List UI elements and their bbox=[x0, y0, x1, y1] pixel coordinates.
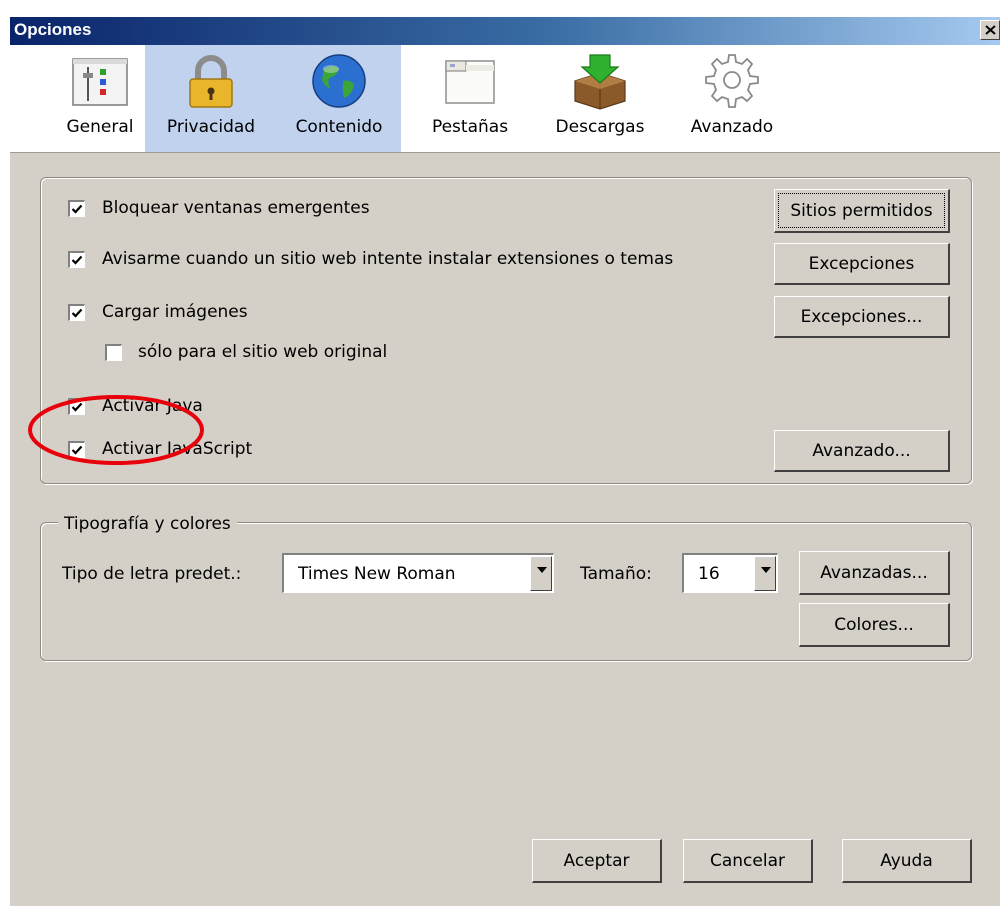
exceptions-button[interactable]: Excepciones bbox=[774, 243, 950, 285]
tab-label: Privacidad bbox=[166, 117, 256, 137]
help-label: Ayuda bbox=[880, 850, 933, 871]
general-icon bbox=[72, 58, 128, 106]
download-box-icon bbox=[574, 54, 626, 110]
ok-label: Aceptar bbox=[563, 850, 630, 871]
globe-icon bbox=[312, 54, 366, 108]
fonts-colors-legend: Tipografía y colores bbox=[58, 514, 237, 534]
exceptions-label: Excepciones bbox=[808, 253, 915, 274]
window-title: Opciones bbox=[14, 20, 92, 39]
category-toolbar: General Privacidad Contenido Pestañas De… bbox=[10, 45, 1000, 153]
cancel-button[interactable]: Cancelar bbox=[683, 839, 813, 883]
lock-icon bbox=[189, 55, 233, 108]
font-size-label: Tamaño: bbox=[580, 564, 652, 584]
default-font-label: Tipo de letra predet.: bbox=[62, 564, 242, 584]
fonts-advanced-button[interactable]: Avanzadas... bbox=[799, 551, 950, 595]
allowed-sites-button[interactable]: Sitios permitidos bbox=[774, 189, 950, 233]
tab-tabs[interactable]: Pestañas bbox=[415, 45, 525, 152]
tab-privacy[interactable]: Privacidad bbox=[145, 45, 277, 152]
tab-label: Pestañas bbox=[431, 117, 509, 137]
dropdown-arrow[interactable] bbox=[754, 556, 776, 591]
colors-button[interactable]: Colores... bbox=[799, 603, 950, 647]
chevron-down-icon bbox=[761, 567, 771, 573]
default-font-select[interactable]: Times New Roman bbox=[282, 553, 554, 593]
images-exceptions-label: Excepciones... bbox=[800, 306, 923, 327]
annotation-ellipse bbox=[28, 395, 204, 465]
ok-button[interactable]: Aceptar bbox=[532, 839, 662, 883]
close-button[interactable] bbox=[980, 20, 1000, 40]
tab-content[interactable]: Contenido bbox=[277, 45, 401, 152]
allowed-sites-label: Sitios permitidos bbox=[790, 200, 933, 221]
images-exceptions-button[interactable]: Excepciones... bbox=[774, 296, 950, 338]
checkmark-icon bbox=[71, 255, 83, 265]
colors-label: Colores... bbox=[834, 614, 914, 635]
options-dialog: Opciones General Privacidad Contenido Pe… bbox=[0, 0, 1000, 906]
block-popups-checkbox[interactable] bbox=[68, 200, 85, 217]
original-site-only-checkbox[interactable] bbox=[105, 344, 122, 361]
load-images-label[interactable]: Cargar imágenes bbox=[102, 302, 248, 322]
tab-label: General bbox=[66, 117, 134, 137]
tab-label: Contenido bbox=[295, 117, 383, 137]
tabs-window-icon bbox=[445, 60, 495, 104]
checkmark-icon bbox=[71, 204, 83, 214]
help-button[interactable]: Ayuda bbox=[842, 839, 972, 883]
chevron-down-icon bbox=[537, 567, 547, 573]
font-size-value: 16 bbox=[698, 563, 720, 584]
cancel-label: Cancelar bbox=[710, 850, 785, 871]
javascript-advanced-label: Avanzado... bbox=[812, 440, 911, 461]
font-size-select[interactable]: 16 bbox=[682, 553, 778, 593]
checkmark-icon bbox=[71, 308, 83, 318]
block-popups-label[interactable]: Bloquear ventanas emergentes bbox=[102, 198, 370, 218]
javascript-advanced-button[interactable]: Avanzado... bbox=[774, 430, 950, 472]
tab-general[interactable]: General bbox=[55, 45, 145, 152]
default-font-value: Times New Roman bbox=[298, 563, 456, 584]
fonts-advanced-label: Avanzadas... bbox=[820, 562, 928, 583]
close-icon bbox=[985, 25, 996, 35]
original-site-only-label[interactable]: sólo para el sitio web original bbox=[138, 342, 387, 362]
tab-label: Avanzado bbox=[690, 117, 774, 137]
title-bar[interactable]: Opciones bbox=[10, 17, 1000, 45]
dropdown-arrow[interactable] bbox=[530, 556, 552, 591]
gear-icon bbox=[705, 54, 759, 108]
tab-advanced[interactable]: Avanzado bbox=[675, 45, 789, 152]
warn-install-checkbox[interactable] bbox=[68, 251, 85, 268]
load-images-checkbox[interactable] bbox=[68, 304, 85, 321]
warn-install-label[interactable]: Avisarme cuando un sitio web intente ins… bbox=[102, 249, 673, 269]
tab-label: Descargas bbox=[555, 117, 645, 137]
tab-downloads[interactable]: Descargas bbox=[540, 45, 660, 152]
